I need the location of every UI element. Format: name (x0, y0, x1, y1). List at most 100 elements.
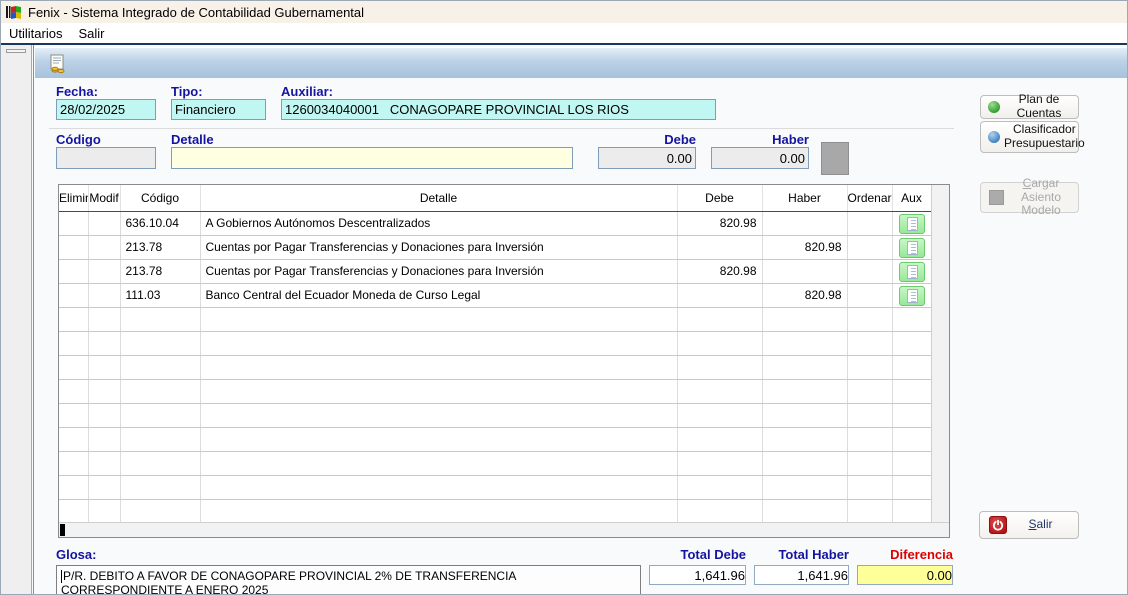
codigo-input[interactable] (56, 147, 156, 169)
diferencia-label: Diferencia (857, 547, 953, 562)
grid-row[interactable]: 636.10.04 A Gobiernos Autónomos Descentr… (59, 211, 931, 235)
auxiliar-input[interactable] (281, 99, 716, 120)
form-separator (49, 128, 954, 129)
titlebar: Fenix - Sistema Integrado de Contabilida… (1, 1, 1128, 23)
cell-codigo: 213.78 (120, 235, 200, 259)
cell-haber (762, 211, 847, 235)
glosa-input[interactable]: P/R. DEBITO A FAVOR DE CONAGOPARE PROVIN… (56, 565, 641, 595)
total-haber-field (754, 565, 849, 585)
grid-row[interactable]: 213.78 Cuentas por Pagar Transferencias … (59, 235, 931, 259)
cell-haber (762, 259, 847, 283)
aux-button[interactable] (899, 214, 925, 234)
codigo-label: Código (56, 132, 101, 147)
app-window: Fenix - Sistema Integrado de Contabilida… (0, 0, 1128, 595)
grid-empty-row[interactable] (59, 331, 931, 355)
aux-button[interactable] (899, 286, 925, 306)
grid-empty-row[interactable] (59, 427, 931, 451)
text-caret (61, 570, 62, 583)
grid-viewport: Elimin Modif Código Detalle Debe Haber O… (59, 185, 931, 522)
grid-empty-row[interactable] (59, 379, 931, 403)
window-title: Fenix - Sistema Integrado de Contabilida… (28, 5, 364, 20)
diferencia-field (857, 565, 953, 585)
horizontal-scrollbar[interactable] (59, 522, 949, 537)
grid-empty-row[interactable] (59, 307, 931, 331)
cell-debe: 820.98 (677, 211, 762, 235)
tipo-input[interactable] (171, 99, 266, 120)
cell-detalle: Banco Central del Ecuador Moneda de Curs… (200, 283, 677, 307)
grid-empty-row[interactable] (59, 403, 931, 427)
total-haber-label: Total Haber (754, 547, 849, 562)
grid-empty-row[interactable] (59, 451, 931, 475)
new-entry-button[interactable] (45, 51, 71, 76)
document-icon (907, 289, 918, 303)
debe-label: Debe (598, 132, 696, 147)
cell-codigo: 636.10.04 (120, 211, 200, 235)
fecha-input[interactable] (56, 99, 156, 120)
glosa-text: P/R. DEBITO A FAVOR DE CONAGOPARE PROVIN… (61, 569, 516, 595)
haber-label: Haber (711, 132, 809, 147)
scrollbar-thumb[interactable] (60, 524, 65, 536)
col-ordenar: Ordenar (847, 185, 892, 211)
vertical-scrollbar[interactable] (931, 185, 949, 523)
col-detalle: Detalle (200, 185, 677, 211)
aux-button[interactable] (899, 262, 925, 282)
app-icon (6, 4, 22, 20)
salir-button[interactable]: Salir (979, 511, 1079, 539)
grid-row[interactable]: 111.03 Banco Central del Ecuador Moneda … (59, 283, 931, 307)
clasificador-presupuestario-button[interactable]: Clasificador Presupuestario (980, 121, 1079, 153)
col-codigo: Código (120, 185, 200, 211)
grid-row[interactable]: 213.78 Cuentas por Pagar Transferencias … (59, 259, 931, 283)
grid-empty-row[interactable] (59, 475, 931, 499)
splitter-grip[interactable] (6, 49, 26, 53)
menu-utilitarios[interactable]: Utilitarios (1, 24, 70, 43)
document-icon (907, 241, 918, 255)
grid-empty-row[interactable] (59, 355, 931, 379)
plan-de-cuentas-label: Plan de Cuentas (1004, 93, 1078, 121)
green-sphere-icon (988, 101, 1000, 113)
document-icon (907, 217, 918, 231)
cell-haber: 820.98 (762, 235, 847, 259)
cell-detalle: A Gobiernos Autónomos Descentralizados (200, 211, 677, 235)
fecha-label: Fecha: (56, 84, 98, 99)
grid-empty-row[interactable] (59, 499, 931, 522)
journal-document-coins-icon (48, 54, 68, 74)
blue-sphere-icon (988, 131, 1000, 143)
gray-square-icon (989, 190, 1004, 205)
cell-haber: 820.98 (762, 283, 847, 307)
total-debe-field (649, 565, 746, 585)
power-icon (989, 516, 1007, 534)
cell-debe (677, 283, 762, 307)
detalle-input[interactable] (171, 147, 573, 169)
menu-salir[interactable]: Salir (70, 24, 112, 43)
haber-input[interactable] (711, 147, 809, 169)
cargar-asiento-label: Cargar Asiento Modelo (1008, 177, 1078, 218)
clasificador-label: Clasificador Presupuestario (1004, 123, 1089, 151)
col-debe: Debe (677, 185, 762, 211)
menubar: Utilitarios Salir (1, 23, 1128, 43)
cell-debe (677, 235, 762, 259)
salir-label: Salir (1007, 518, 1078, 532)
glosa-label: Glosa: (56, 547, 96, 562)
aux-button[interactable] (899, 238, 925, 258)
plan-de-cuentas-button[interactable]: Plan de Cuentas (980, 95, 1079, 119)
debe-input[interactable] (598, 147, 696, 169)
col-modif: Modif (88, 185, 120, 211)
tipo-label: Tipo: (171, 84, 203, 99)
cell-codigo: 111.03 (120, 283, 200, 307)
cargar-asiento-modelo-button[interactable]: Cargar Asiento Modelo (980, 182, 1079, 213)
cell-detalle: Cuentas por Pagar Transferencias y Donac… (200, 235, 677, 259)
document-icon (907, 265, 918, 279)
left-panel-strip (1, 45, 32, 595)
total-debe-label: Total Debe (649, 547, 746, 562)
entry-action-button[interactable] (821, 142, 849, 175)
toolbar (35, 47, 1128, 78)
col-aux: Aux (892, 185, 931, 211)
cell-codigo: 213.78 (120, 259, 200, 283)
cell-detalle: Cuentas por Pagar Transferencias y Donac… (200, 259, 677, 283)
entries-grid: Elimin Modif Código Detalle Debe Haber O… (58, 184, 950, 538)
col-elimin: Elimin (59, 185, 88, 211)
grid-header-row: Elimin Modif Código Detalle Debe Haber O… (59, 185, 931, 211)
col-haber: Haber (762, 185, 847, 211)
detalle-label: Detalle (171, 132, 214, 147)
auxiliar-label: Auxiliar: (281, 84, 333, 99)
